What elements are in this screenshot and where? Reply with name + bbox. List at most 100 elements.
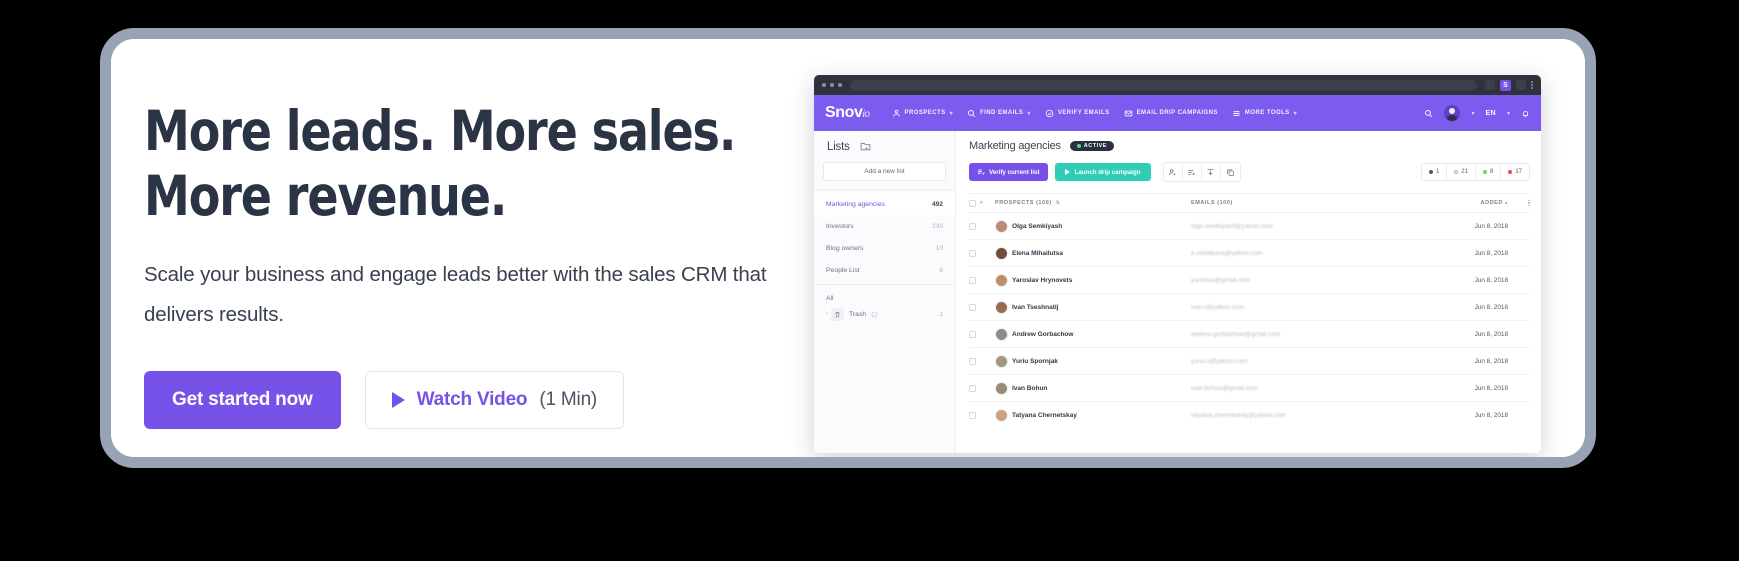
row-checkbox[interactable] — [969, 222, 976, 230]
avatar — [995, 300, 1008, 314]
prospect-added-date: Jun 8, 2018 — [1474, 303, 1508, 311]
nav-item-prospects[interactable]: PROSPECTS ▾ — [892, 109, 954, 118]
play-icon-small — [1064, 169, 1070, 175]
row-checkbox[interactable] — [969, 384, 976, 392]
browser-menu-icon[interactable] — [1531, 81, 1533, 89]
device-frame: More leads. More sales. More revenue. Sc… — [100, 28, 1596, 468]
copy-icon[interactable] — [1220, 163, 1240, 181]
table-row[interactable]: Tatyana Chernetskay tatyana.chernetskay@… — [969, 402, 1530, 429]
table-row[interactable]: Ivan Tseshnatij ivan.t@yahoo.com Jun 8, … — [969, 294, 1530, 321]
row-checkbox[interactable] — [969, 249, 976, 257]
nav-item-verify-emails[interactable]: VERIFY EMAILS — [1045, 109, 1110, 118]
hero-subtitle: Scale your business and engage leads bet… — [144, 262, 767, 326]
nav-label-email-drip-campaigns: EMAIL DRIP CAMPAIGNS — [1136, 110, 1218, 116]
row-checkbox[interactable] — [969, 303, 976, 311]
user-avatar[interactable] — [1444, 105, 1461, 121]
get-started-button[interactable]: Get started now — [144, 370, 341, 429]
add-prospect-icon[interactable] — [1163, 163, 1183, 181]
stat-pill-total[interactable]: 1 — [1422, 164, 1448, 180]
sidebar-trash-count: 1 — [939, 310, 943, 318]
stat-pill-unverified[interactable]: 21 — [1447, 164, 1476, 180]
sidebar-divider-2 — [814, 284, 955, 285]
chevron-right-icon[interactable]: › — [826, 311, 828, 317]
language-chevron-down-icon[interactable]: ▾ — [1507, 110, 1510, 117]
minimize-dot-icon[interactable] — [830, 83, 834, 87]
prospect-name: Olga Semkiyash — [1012, 222, 1063, 230]
column-header-prospects[interactable]: PROSPECTS (100) ⇅ — [995, 200, 1191, 206]
column-header-emails[interactable]: EMAILS (100) — [1191, 200, 1416, 206]
prospect-email: olga.semkiyash@yahoo.com — [1191, 222, 1273, 230]
stat-pill-valid[interactable]: 8 — [1476, 164, 1502, 180]
table-options-icon[interactable] — [1528, 199, 1530, 207]
table-row[interactable]: Ivan Bohun ivan.bohun@gmail.com Jun 8, 2… — [969, 375, 1530, 402]
row-prospect-cell: Yuriu Spornjak — [995, 354, 1191, 368]
sidebar-item-trash[interactable]: › Trash 1 — [814, 304, 955, 324]
nav-item-find-emails[interactable]: FIND EMAILS ▾ — [967, 109, 1031, 118]
verify-current-list-button[interactable]: Verify current list — [969, 163, 1048, 181]
bell-icon[interactable] — [1521, 109, 1530, 118]
toolbar-icon-group — [1162, 162, 1241, 182]
person-icon — [892, 109, 900, 117]
avatar-chevron-down-icon[interactable]: ▾ — [1471, 110, 1474, 117]
sidebar-item-all[interactable]: All — [814, 288, 955, 304]
logo-main-text: Snov — [825, 104, 863, 121]
nav-label-verify-emails: VERIFY EMAILS — [1057, 110, 1110, 116]
snovio-extension-icon[interactable]: S — [1500, 79, 1511, 91]
stat-value: 17 — [1515, 169, 1522, 175]
launch-drip-campaign-button[interactable]: Launch drip campaign — [1054, 163, 1151, 181]
nav-search-icon[interactable] — [1424, 109, 1433, 118]
prospect-name: Yaroslav Hrynovets — [1012, 276, 1073, 284]
maximize-dot-icon[interactable] — [838, 83, 842, 87]
row-checkbox[interactable] — [969, 412, 976, 419]
stats-group: 1 21 8 17 — [1420, 163, 1530, 181]
hero-section: More leads. More sales. More revenue. Sc… — [144, 99, 864, 429]
table-row[interactable]: Yaroslav Hrynovets yaroslav@gmail.com Ju… — [969, 267, 1530, 294]
prospect-email: ivan.bohun@gmail.com — [1191, 384, 1258, 392]
avatar — [995, 327, 1008, 341]
sidebar-item-marketing-agencies[interactable]: Marketing agencies 492 — [814, 193, 955, 215]
row-checkbox[interactable] — [969, 276, 976, 284]
address-bar[interactable] — [850, 79, 1477, 91]
new-folder-icon[interactable] — [859, 140, 872, 153]
row-select-cell — [969, 357, 995, 365]
table-row[interactable]: Elena Mihailutsa e.mihailutsa@yahoo.com … — [969, 240, 1530, 267]
nav-item-more-tools[interactable]: MORE TOOLS ▾ — [1232, 109, 1297, 118]
verify-list-icon — [978, 169, 985, 175]
language-selector[interactable]: EN — [1485, 110, 1496, 117]
sidebar-item-label: Investors — [826, 222, 854, 230]
extension-icon[interactable] — [1485, 80, 1495, 90]
logo-suffix-text: io — [862, 109, 870, 120]
add-new-list-button[interactable]: Add a new list — [823, 162, 946, 181]
snovio-logo[interactable]: Snovio — [825, 104, 870, 122]
prospect-name: Andrew Gorbachow — [1012, 330, 1074, 338]
add-to-list-icon[interactable] — [1182, 163, 1202, 181]
sidebar-header: Lists — [814, 140, 955, 162]
row-prospect-cell: Yaroslav Hrynovets — [995, 273, 1191, 287]
watch-video-button[interactable]: Watch Video (1 Min) — [364, 370, 625, 429]
info-icon[interactable] — [871, 311, 878, 318]
select-all-chevron-down-icon[interactable]: ▾ — [980, 200, 983, 206]
close-dot-icon[interactable] — [822, 83, 826, 87]
avatar — [995, 409, 1008, 422]
table-row[interactable]: Andrew Gorbachow andrew.gorbachow@gmail.… — [969, 321, 1530, 348]
watch-video-label: Watch Video — [416, 388, 528, 410]
stat-pill-invalid[interactable]: 17 — [1501, 164, 1529, 180]
sort-icon-prospects[interactable]: ⇅ — [1056, 200, 1061, 206]
sidebar-item-investors[interactable]: Investors 230 — [814, 215, 955, 237]
select-all-cell: ▾ — [969, 199, 995, 207]
row-checkbox[interactable] — [969, 357, 976, 365]
column-header-added[interactable]: ADDED ▴ — [1416, 200, 1508, 206]
table-row[interactable]: Yuriu Spornjak yuriu.s@yahoo.com Jun 8, … — [969, 348, 1530, 375]
sidebar-item-blog-owners[interactable]: Blog owners 10 — [814, 237, 955, 259]
nav-item-email-drip-campaigns[interactable]: EMAIL DRIP CAMPAIGNS — [1124, 109, 1218, 118]
export-icon[interactable] — [1201, 163, 1221, 181]
extension-icon-2[interactable] — [1516, 80, 1526, 90]
table-row[interactable]: Olga Semkiyash olga.semkiyash@yahoo.com … — [969, 213, 1530, 240]
row-checkbox[interactable] — [969, 330, 976, 338]
sidebar-item-people-list[interactable]: People List 6 — [814, 259, 955, 281]
main-header: Marketing agencies ACTIVE — [969, 140, 1530, 152]
select-all-checkbox[interactable] — [969, 199, 976, 207]
prospect-email: e.mihailutsa@yahoo.com — [1191, 249, 1263, 257]
prospect-email: yuriu.s@yahoo.com — [1191, 357, 1248, 365]
check-circle-icon — [1045, 109, 1054, 117]
